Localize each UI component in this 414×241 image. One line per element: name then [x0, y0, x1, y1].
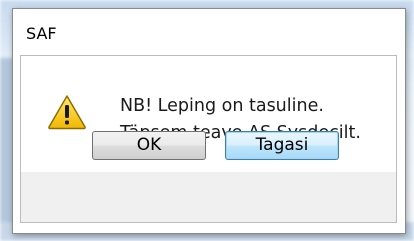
message-line-1: NB! Leping on tasuline.: [120, 96, 324, 116]
dialog-title: SAF: [26, 24, 57, 43]
cancel-button[interactable]: Tagasi: [225, 131, 339, 160]
message-area: NB! Leping on tasuline. Täpsem teave AS …: [21, 56, 396, 172]
dialog-titlebar[interactable]: SAF: [13, 9, 405, 53]
screen: SAF NB! Leping on tasuline. teave OK Tag…: [0, 0, 414, 241]
ok-button[interactable]: OK: [92, 131, 206, 160]
warning-icon: [48, 95, 86, 130]
dialog-content: NB! Leping on tasuline. Täpsem teave AS …: [20, 55, 397, 223]
button-bar: [21, 172, 396, 222]
message-dialog: SAF NB! Leping on tasuline. teave OK Tag…: [12, 8, 406, 234]
